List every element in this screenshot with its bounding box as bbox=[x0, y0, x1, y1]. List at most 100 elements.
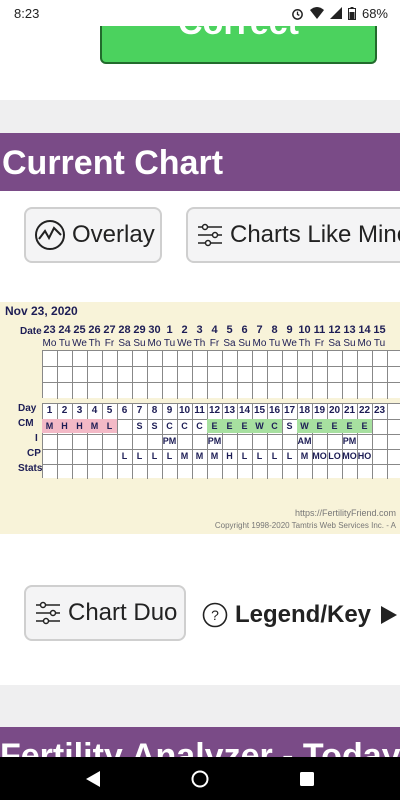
intercourse-cell bbox=[102, 434, 117, 448]
day-number: 18 bbox=[298, 405, 311, 416]
day-number: 19 bbox=[313, 405, 326, 416]
date-number: 24 bbox=[58, 324, 71, 336]
cervical-mucus-cell: W bbox=[297, 419, 312, 433]
grid-column bbox=[268, 351, 283, 399]
cervix-position-cell: M bbox=[300, 451, 309, 461]
day-number: 12 bbox=[208, 405, 221, 416]
charts-like-mine-button[interactable]: Charts Like Mine bbox=[186, 207, 400, 263]
back-icon[interactable] bbox=[85, 770, 100, 787]
cervix-position-cell bbox=[87, 449, 102, 463]
intercourse-cell: AM bbox=[297, 436, 312, 446]
grid-column bbox=[343, 351, 358, 399]
grid-column bbox=[358, 351, 373, 399]
cervix-position-cell: M bbox=[210, 451, 219, 461]
row-label-i: I bbox=[35, 433, 38, 444]
temperature-grid bbox=[42, 350, 400, 399]
recents-icon[interactable] bbox=[300, 771, 315, 786]
cervix-position-cell bbox=[372, 449, 387, 463]
chart-wave-icon bbox=[35, 220, 65, 250]
status-time: 8:23 bbox=[14, 5, 40, 21]
date-number: 1 bbox=[166, 324, 173, 336]
day-number: 8 bbox=[151, 405, 158, 416]
correct-button[interactable]: Correct bbox=[100, 26, 377, 64]
intercourse-cell bbox=[282, 434, 297, 448]
date-number: 30 bbox=[148, 324, 161, 336]
date-number: 11 bbox=[313, 324, 326, 336]
date-number: 6 bbox=[241, 324, 248, 336]
chart-header-date: Nov 23, 2020 bbox=[5, 304, 78, 318]
top-card: Correct bbox=[0, 26, 400, 100]
date-number: 5 bbox=[226, 324, 233, 336]
grid-column bbox=[73, 351, 88, 399]
weekday-label: Su bbox=[238, 338, 251, 349]
intercourse-cell bbox=[132, 434, 147, 448]
grid-column bbox=[178, 351, 193, 399]
day-number: 9 bbox=[166, 405, 173, 416]
date-number: 10 bbox=[298, 324, 311, 336]
intercourse-cell bbox=[117, 434, 132, 448]
day-number: 20 bbox=[328, 405, 341, 416]
intercourse-cell bbox=[237, 434, 252, 448]
wifi-icon bbox=[309, 7, 324, 19]
grid-column bbox=[328, 351, 343, 399]
chart-duo-button[interactable]: Chart Duo bbox=[24, 585, 186, 641]
grid-column bbox=[43, 351, 58, 399]
row-label-stats: Stats bbox=[18, 463, 43, 474]
overlay-button[interactable]: Overlay bbox=[24, 207, 162, 263]
cervix-position-cell: L bbox=[151, 451, 158, 461]
fertility-chart[interactable]: Nov 23, 2020 Date Day CM I CP Stats http… bbox=[0, 302, 400, 534]
cervix-position-cell: L bbox=[121, 451, 128, 461]
cervical-mucus-cell: C bbox=[166, 421, 173, 431]
intercourse-cell bbox=[252, 434, 267, 448]
section-title-banner: Current Chart bbox=[0, 133, 400, 191]
day-number: 22 bbox=[358, 405, 371, 416]
intercourse-cell bbox=[42, 434, 57, 448]
row-label-cm: CM bbox=[18, 418, 34, 429]
date-number: 14 bbox=[358, 324, 371, 336]
weekday-label: We bbox=[177, 338, 192, 349]
weekday-label: Fr bbox=[209, 338, 220, 349]
grid-column bbox=[58, 351, 73, 399]
cervix-position-cell: L bbox=[286, 451, 293, 461]
cervix-position-cell: M bbox=[195, 451, 204, 461]
intercourse-cell bbox=[147, 434, 162, 448]
grid-column bbox=[103, 351, 118, 399]
day-number: 13 bbox=[223, 405, 236, 416]
intercourse-cell bbox=[312, 434, 327, 448]
weekday-label: Sa bbox=[118, 338, 131, 349]
cervical-mucus-cell: M bbox=[87, 419, 102, 433]
copyright: Copyright 1998-2020 Tamtris Web Services… bbox=[214, 521, 396, 530]
cervical-mucus-cell: E bbox=[342, 419, 357, 433]
grid-column bbox=[193, 351, 208, 399]
legend-link[interactable]: ? Legend/Key bbox=[202, 601, 398, 629]
cervix-position-cell bbox=[72, 449, 87, 463]
cervix-position-cell bbox=[57, 449, 72, 463]
watermark-url: https://FertilityFriend.com bbox=[294, 508, 396, 518]
date-number: 27 bbox=[103, 324, 116, 336]
cervical-mucus-cell: C bbox=[181, 421, 188, 431]
grid-column bbox=[373, 351, 388, 399]
day-number: 4 bbox=[91, 405, 98, 416]
cervical-mucus-cell: E bbox=[207, 419, 222, 433]
legend-label: Legend/Key bbox=[235, 601, 372, 628]
weekday-label: Su bbox=[133, 338, 146, 349]
section-title: Current Chart bbox=[2, 144, 224, 182]
correct-button-label: Correct bbox=[102, 26, 375, 43]
weekday-label: Tu bbox=[163, 338, 176, 349]
day-number: 16 bbox=[268, 405, 281, 416]
day-number: 7 bbox=[136, 405, 143, 416]
intercourse-cell bbox=[57, 434, 72, 448]
grid-column bbox=[298, 351, 313, 399]
weekday-label: We bbox=[282, 338, 297, 349]
sliders-icon bbox=[198, 223, 222, 247]
spacer bbox=[0, 100, 400, 133]
grid-column bbox=[88, 351, 103, 399]
weekday-label: Fr bbox=[104, 338, 115, 349]
home-icon[interactable] bbox=[191, 770, 209, 788]
date-number: 2 bbox=[181, 324, 188, 336]
grid-column bbox=[118, 351, 133, 399]
weekday-label: Mo bbox=[357, 338, 372, 349]
help-icon: ? bbox=[202, 602, 228, 628]
intercourse-cell bbox=[222, 434, 237, 448]
intercourse-cell bbox=[192, 434, 207, 448]
